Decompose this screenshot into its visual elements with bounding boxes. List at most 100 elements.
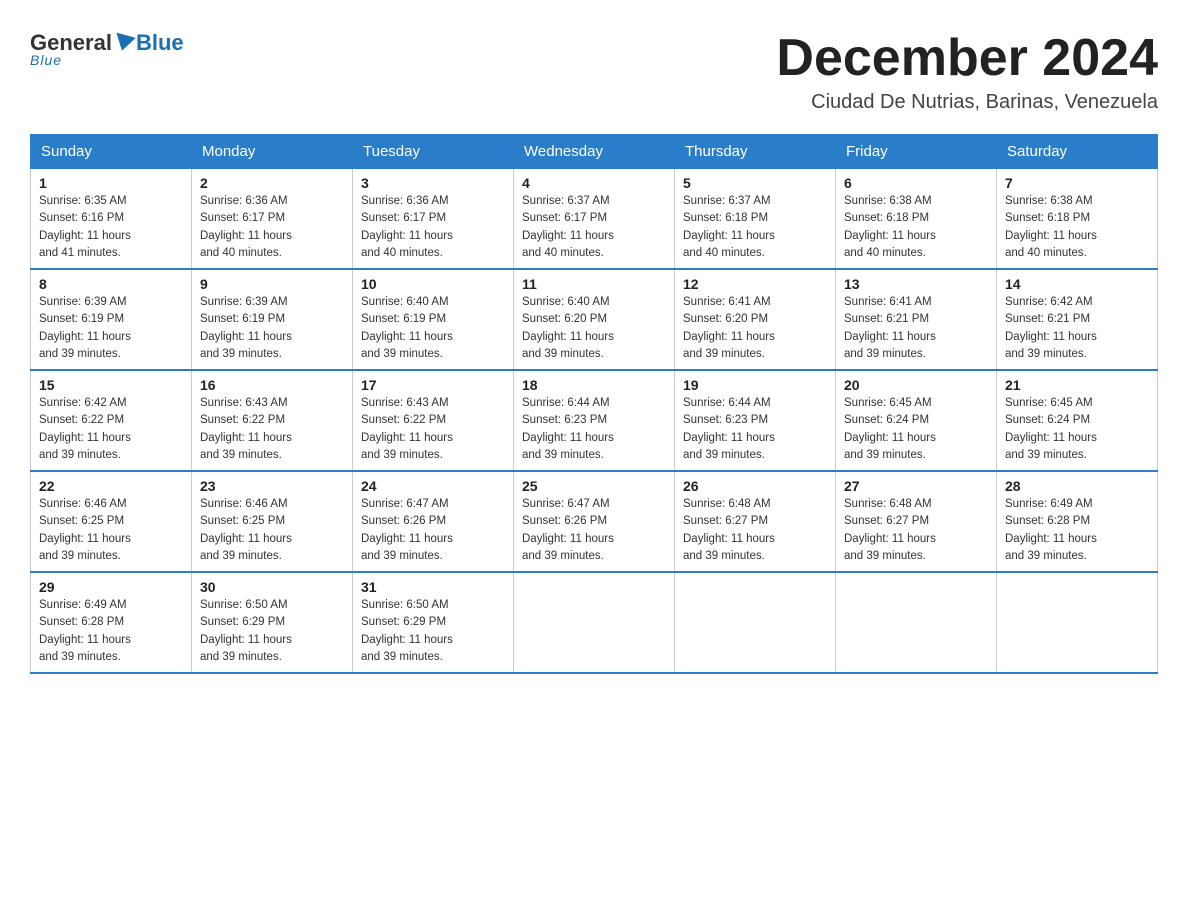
calendar-body: 1 Sunrise: 6:35 AMSunset: 6:16 PMDaylight…: [31, 169, 1158, 674]
day-number: 17: [361, 377, 505, 393]
day-info: Sunrise: 6:36 AMSunset: 6:17 PMDaylight:…: [200, 193, 344, 262]
day-info: Sunrise: 6:42 AMSunset: 6:22 PMDaylight:…: [39, 395, 183, 464]
day-number: 14: [1005, 276, 1149, 292]
calendar-day-cell: [836, 572, 997, 673]
day-info: Sunrise: 6:35 AMSunset: 6:16 PMDaylight:…: [39, 193, 183, 262]
day-info: Sunrise: 6:47 AMSunset: 6:26 PMDaylight:…: [522, 496, 666, 565]
day-info: Sunrise: 6:45 AMSunset: 6:24 PMDaylight:…: [844, 395, 988, 464]
day-number: 12: [683, 276, 827, 292]
calendar-table: SundayMondayTuesdayWednesdayThursdayFrid…: [30, 134, 1158, 674]
day-info: Sunrise: 6:40 AMSunset: 6:19 PMDaylight:…: [361, 294, 505, 363]
calendar-week-row: 8 Sunrise: 6:39 AMSunset: 6:19 PMDaylight…: [31, 269, 1158, 370]
calendar-day-cell: 12 Sunrise: 6:41 AMSunset: 6:20 PMDayligh…: [675, 269, 836, 370]
logo: General Blue Blue: [30, 30, 184, 68]
day-info: Sunrise: 6:43 AMSunset: 6:22 PMDaylight:…: [361, 395, 505, 464]
day-of-week-header: Monday: [192, 135, 353, 169]
calendar-day-cell: 22Sunrise: 6:46 AMSunset: 6:25 PMDayligh…: [31, 471, 192, 572]
calendar-day-cell: 30 Sunrise: 6:50 AMSunset: 6:29 PMDayligh…: [192, 572, 353, 673]
day-of-week-header: Friday: [836, 135, 997, 169]
day-info: Sunrise: 6:40 AMSunset: 6:20 PMDaylight:…: [522, 294, 666, 363]
calendar-day-cell: 9 Sunrise: 6:39 AMSunset: 6:19 PMDaylight…: [192, 269, 353, 370]
day-info: Sunrise: 6:39 AMSunset: 6:19 PMDaylight:…: [39, 294, 183, 363]
calendar-day-cell: 19 Sunrise: 6:44 AMSunset: 6:23 PMDayligh…: [675, 370, 836, 471]
day-number: 1: [39, 175, 183, 191]
day-number: 30: [200, 579, 344, 595]
calendar-day-cell: 20Sunrise: 6:45 AMSunset: 6:24 PMDayligh…: [836, 370, 997, 471]
day-number: 8: [39, 276, 183, 292]
location-subtitle: Ciudad De Nutrias, Barinas, Venezuela: [776, 91, 1158, 114]
day-number: 25: [522, 478, 666, 494]
calendar-day-cell: 24Sunrise: 6:47 AMSunset: 6:26 PMDayligh…: [353, 471, 514, 572]
day-info: Sunrise: 6:38 AMSunset: 6:18 PMDaylight:…: [1005, 193, 1149, 262]
logo-triangle-icon: [112, 33, 135, 54]
calendar-day-cell: 7 Sunrise: 6:38 AMSunset: 6:18 PMDaylight…: [997, 169, 1158, 270]
calendar-day-cell: 14 Sunrise: 6:42 AMSunset: 6:21 PMDayligh…: [997, 269, 1158, 370]
day-number: 4: [522, 175, 666, 191]
calendar-day-cell: 11Sunrise: 6:40 AMSunset: 6:20 PMDayligh…: [514, 269, 675, 370]
day-info: Sunrise: 6:48 AMSunset: 6:27 PMDaylight:…: [844, 496, 988, 565]
day-number: 22: [39, 478, 183, 494]
day-info: Sunrise: 6:42 AMSunset: 6:21 PMDaylight:…: [1005, 294, 1149, 363]
day-of-week-header: Wednesday: [514, 135, 675, 169]
calendar-day-cell: 6 Sunrise: 6:38 AMSunset: 6:18 PMDaylight…: [836, 169, 997, 270]
day-info: Sunrise: 6:39 AMSunset: 6:19 PMDaylight:…: [200, 294, 344, 363]
calendar-day-cell: [997, 572, 1158, 673]
day-info: Sunrise: 6:45 AMSunset: 6:24 PMDaylight:…: [1005, 395, 1149, 464]
day-number: 5: [683, 175, 827, 191]
day-number: 21: [1005, 377, 1149, 393]
day-number: 24: [361, 478, 505, 494]
day-info: Sunrise: 6:43 AMSunset: 6:22 PMDaylight:…: [200, 395, 344, 464]
day-of-week-header: Sunday: [31, 135, 192, 169]
logo-underline: Blue: [30, 52, 62, 68]
calendar-day-cell: 5 Sunrise: 6:37 AMSunset: 6:18 PMDaylight…: [675, 169, 836, 270]
day-number: 16: [200, 377, 344, 393]
day-number: 6: [844, 175, 988, 191]
day-number: 31: [361, 579, 505, 595]
day-info: Sunrise: 6:44 AMSunset: 6:23 PMDaylight:…: [522, 395, 666, 464]
month-year-title: December 2024: [776, 30, 1158, 87]
day-of-week-header: Tuesday: [353, 135, 514, 169]
calendar-week-row: 1 Sunrise: 6:35 AMSunset: 6:16 PMDaylight…: [31, 169, 1158, 270]
day-of-week-header: Saturday: [997, 135, 1158, 169]
day-info: Sunrise: 6:37 AMSunset: 6:17 PMDaylight:…: [522, 193, 666, 262]
day-info: Sunrise: 6:44 AMSunset: 6:23 PMDaylight:…: [683, 395, 827, 464]
day-number: 19: [683, 377, 827, 393]
day-info: Sunrise: 6:37 AMSunset: 6:18 PMDaylight:…: [683, 193, 827, 262]
day-number: 23: [200, 478, 344, 494]
header-row: SundayMondayTuesdayWednesdayThursdayFrid…: [31, 135, 1158, 169]
calendar-day-cell: 8 Sunrise: 6:39 AMSunset: 6:19 PMDaylight…: [31, 269, 192, 370]
day-number: 3: [361, 175, 505, 191]
day-number: 29: [39, 579, 183, 595]
day-info: Sunrise: 6:36 AMSunset: 6:17 PMDaylight:…: [361, 193, 505, 262]
day-info: Sunrise: 6:50 AMSunset: 6:29 PMDaylight:…: [361, 597, 505, 666]
calendar-week-row: 15 Sunrise: 6:42 AMSunset: 6:22 PMDayligh…: [31, 370, 1158, 471]
day-number: 9: [200, 276, 344, 292]
calendar-day-cell: 15 Sunrise: 6:42 AMSunset: 6:22 PMDayligh…: [31, 370, 192, 471]
day-number: 26: [683, 478, 827, 494]
day-number: 15: [39, 377, 183, 393]
day-number: 2: [200, 175, 344, 191]
calendar-day-cell: 3 Sunrise: 6:36 AMSunset: 6:17 PMDaylight…: [353, 169, 514, 270]
calendar-day-cell: 18Sunrise: 6:44 AMSunset: 6:23 PMDayligh…: [514, 370, 675, 471]
day-number: 27: [844, 478, 988, 494]
calendar-day-cell: 10Sunrise: 6:40 AMSunset: 6:19 PMDayligh…: [353, 269, 514, 370]
calendar-day-cell: 26 Sunrise: 6:48 AMSunset: 6:27 PMDayligh…: [675, 471, 836, 572]
day-info: Sunrise: 6:50 AMSunset: 6:29 PMDaylight:…: [200, 597, 344, 666]
day-number: 7: [1005, 175, 1149, 191]
calendar-header: SundayMondayTuesdayWednesdayThursdayFrid…: [31, 135, 1158, 169]
calendar-day-cell: 16 Sunrise: 6:43 AMSunset: 6:22 PMDayligh…: [192, 370, 353, 471]
day-info: Sunrise: 6:48 AMSunset: 6:27 PMDaylight:…: [683, 496, 827, 565]
calendar-day-cell: 4 Sunrise: 6:37 AMSunset: 6:17 PMDaylight…: [514, 169, 675, 270]
day-info: Sunrise: 6:38 AMSunset: 6:18 PMDaylight:…: [844, 193, 988, 262]
calendar-week-row: 29 Sunrise: 6:49 AMSunset: 6:28 PMDayligh…: [31, 572, 1158, 673]
day-number: 13: [844, 276, 988, 292]
day-info: Sunrise: 6:49 AMSunset: 6:28 PMDaylight:…: [39, 597, 183, 666]
calendar-day-cell: 23Sunrise: 6:46 AMSunset: 6:25 PMDayligh…: [192, 471, 353, 572]
day-info: Sunrise: 6:41 AMSunset: 6:21 PMDaylight:…: [844, 294, 988, 363]
day-info: Sunrise: 6:41 AMSunset: 6:20 PMDaylight:…: [683, 294, 827, 363]
calendar-day-cell: 28Sunrise: 6:49 AMSunset: 6:28 PMDayligh…: [997, 471, 1158, 572]
logo-blue-text: Blue: [136, 30, 184, 56]
calendar-day-cell: 17 Sunrise: 6:43 AMSunset: 6:22 PMDayligh…: [353, 370, 514, 471]
day-number: 28: [1005, 478, 1149, 494]
day-of-week-header: Thursday: [675, 135, 836, 169]
